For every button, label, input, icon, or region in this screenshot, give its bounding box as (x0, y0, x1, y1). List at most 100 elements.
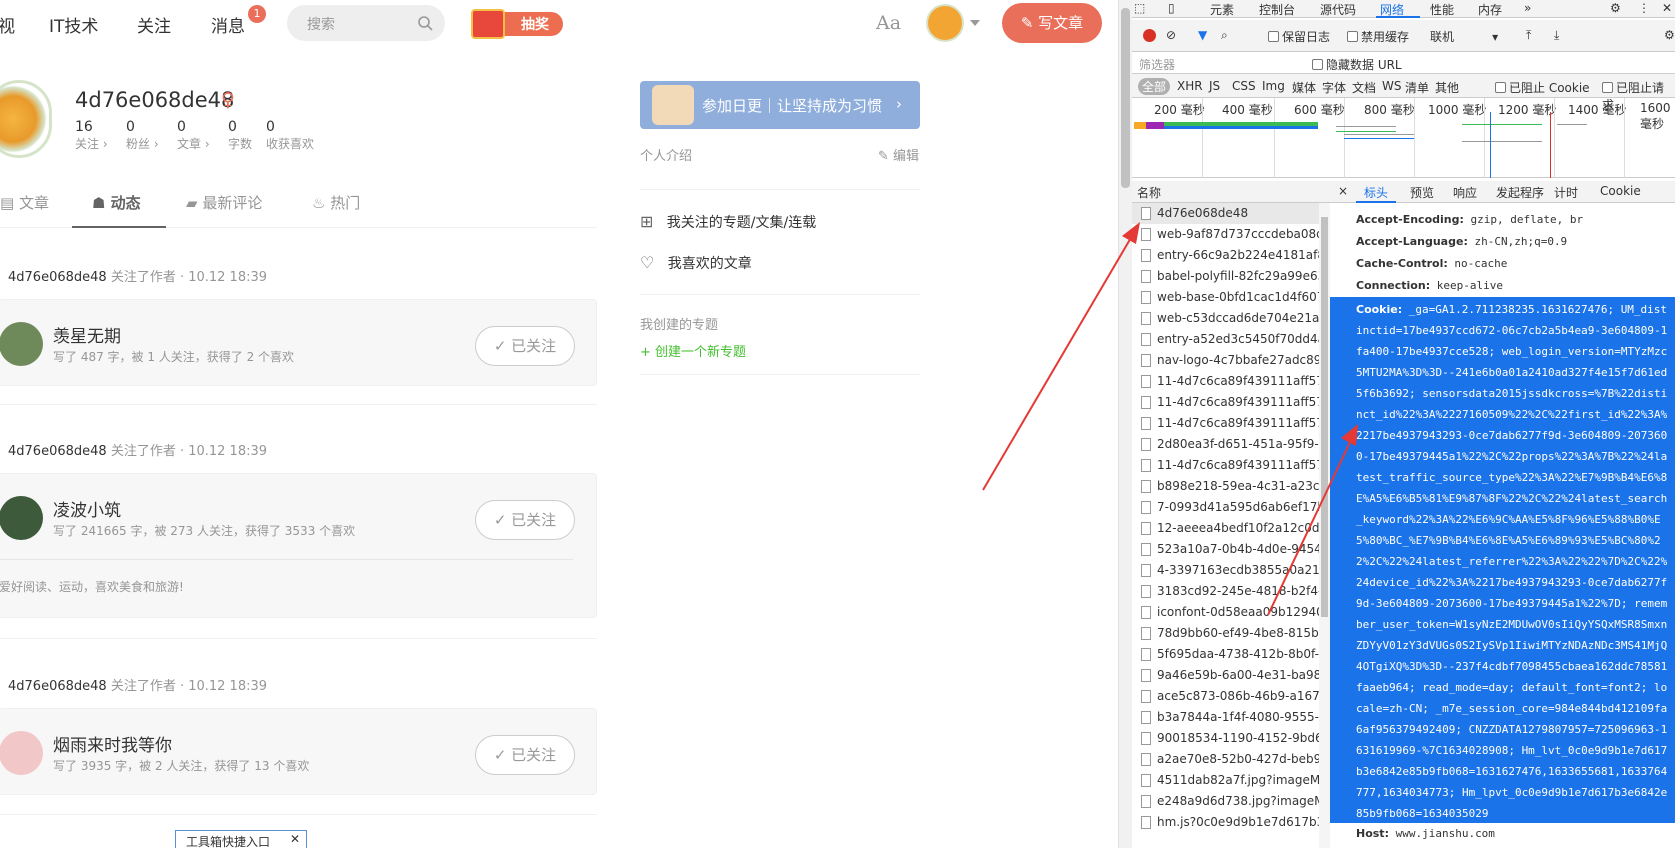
tab-cookies[interactable]: Cookie (1600, 184, 1641, 198)
tab-latest-comments[interactable]: ▰ 最新评论 (186, 192, 262, 213)
chevron-down-icon[interactable] (970, 20, 980, 26)
tab-hot[interactable]: ♨ 热门 (312, 192, 360, 213)
upload-icon[interactable]: ⤒ (1526, 28, 1531, 43)
filter-input[interactable]: 筛选器 (1139, 56, 1175, 73)
inspect-icon[interactable]: ⬚ (1134, 1, 1145, 15)
close-icon[interactable]: ✕ (1662, 1, 1672, 15)
nav-item-partial[interactable]: 视 (0, 12, 15, 37)
my-topics-link[interactable]: ⊞ 我关注的专题/文集/连载 (640, 212, 816, 232)
gear-icon[interactable]: ⚙ (1664, 28, 1675, 42)
author-name[interactable]: 羡星无期 (53, 322, 121, 347)
tab-initiator[interactable]: 发起程序 (1496, 184, 1544, 201)
tab-activity[interactable]: ☗ 动态 (92, 192, 141, 213)
author-avatar[interactable] (0, 322, 43, 366)
write-article-button[interactable]: ✎ 写文章 (1002, 3, 1102, 43)
filter-icon[interactable]: ▼ (1198, 28, 1207, 42)
feed-user[interactable]: 4d76e068de48 (8, 444, 107, 459)
search-input[interactable]: 搜索 (287, 5, 445, 41)
request-row[interactable]: entry-a52ed3c5450f70dd4a59 (1132, 329, 1330, 350)
request-row[interactable]: 2d80ea3f-d651-451a-95f9-ae (1132, 434, 1330, 455)
font-setting-icon[interactable]: Aa (876, 12, 901, 34)
request-row[interactable]: iconfont-0d58eaa09b1294023 (1132, 602, 1330, 623)
request-row[interactable]: web-base-0bfd1cac1d4f607c4 (1132, 287, 1330, 308)
request-row[interactable]: web-c53dccad6de704e21a8b. (1132, 308, 1330, 329)
network-overview[interactable]: 200 毫秒 400 毫秒 600 毫秒 800 毫秒 1000 毫秒 1200… (1132, 98, 1675, 178)
request-row[interactable]: 4d76e068de48 (1132, 203, 1330, 224)
create-topic-link[interactable]: + 创建一个新专题 (640, 341, 746, 360)
request-row[interactable]: 11-4d7c6ca89f439111aff57b2 (1132, 413, 1330, 434)
nav-item-follow[interactable]: 关注 (137, 12, 171, 37)
type-doc[interactable]: 文档 (1352, 79, 1376, 96)
request-row[interactable]: 7-0993d41a595d6ab6ef17b19 (1132, 497, 1330, 518)
lottery-button[interactable]: 抽奖 (471, 9, 563, 39)
tab-sources[interactable]: 源代码 (1320, 1, 1356, 18)
tab-response[interactable]: 响应 (1453, 184, 1477, 201)
liked-articles-link[interactable]: ♡ 我喜欢的文章 (640, 253, 752, 273)
type-media[interactable]: 媒体 (1292, 79, 1316, 96)
tab-memory[interactable]: 内存 (1478, 1, 1502, 18)
request-row[interactable]: a2ae70e8-52b0-427d-beb9-4 (1132, 749, 1330, 770)
followed-button[interactable]: ✓ 已关注 (475, 500, 575, 540)
gear-icon[interactable]: ⚙ (1610, 1, 1621, 15)
search-icon[interactable] (417, 15, 433, 31)
record-icon[interactable] (1143, 29, 1156, 42)
disable-cache-checkbox[interactable]: 禁用缓存 (1347, 28, 1409, 45)
followed-button[interactable]: ✓ 已关注 (475, 326, 575, 366)
request-row[interactable]: 9a46e59b-6a00-4e31-ba98-a: (1132, 665, 1330, 686)
device-icon[interactable]: ▯ (1168, 1, 1175, 15)
preserve-log-checkbox[interactable]: 保留日志 (1268, 28, 1330, 45)
avatar[interactable] (926, 4, 964, 42)
request-row[interactable]: 90018534-1190-4152-9bd6-c. (1132, 728, 1330, 749)
throttling-select[interactable]: 联机 ▾ (1430, 28, 1498, 45)
tab-preview[interactable]: 预览 (1410, 184, 1434, 201)
request-row[interactable]: nav-logo-4c7bbafe27adc892f (1132, 350, 1330, 371)
type-manifest[interactable]: 清单 (1405, 79, 1429, 96)
tab-elements[interactable]: 元素 (1210, 1, 1234, 18)
request-row[interactable]: 11-4d7c6ca89f439111aff57b2 (1132, 455, 1330, 476)
type-xhr[interactable]: XHR (1177, 79, 1203, 93)
type-img[interactable]: Img (1262, 79, 1285, 93)
request-row[interactable]: 12-aeeea4bedf10f2a12c0d5c (1132, 518, 1330, 539)
blocked-cookies-checkbox[interactable]: 已阻止 Cookie (1495, 79, 1590, 96)
tab-performance[interactable]: 性能 (1430, 1, 1454, 18)
type-js[interactable]: JS (1209, 79, 1220, 93)
type-css[interactable]: CSS (1232, 79, 1256, 93)
more-options-icon[interactable]: ⋮ (1638, 1, 1650, 15)
request-row[interactable]: hm.js?0c0e9d9b1e7d617b3e6 (1132, 812, 1330, 833)
tab-console[interactable]: 控制台 (1259, 1, 1295, 18)
close-details-icon[interactable]: × (1338, 184, 1348, 198)
request-row[interactable]: babel-polyfill-82fc29a99e639a (1132, 266, 1330, 287)
daily-update-banner[interactable]: 参加日更｜让坚持成为习惯 › (640, 81, 920, 129)
author-name[interactable]: 烟雨来时我等你 (53, 731, 172, 756)
clear-icon[interactable]: ⊘ (1166, 28, 1176, 42)
type-font[interactable]: 字体 (1322, 79, 1346, 96)
author-avatar[interactable] (0, 731, 43, 775)
edit-intro-button[interactable]: ✎ 编辑 (878, 145, 919, 164)
request-row[interactable]: 3183cd92-245e-4818-b2f4-cc (1132, 581, 1330, 602)
feed-user[interactable]: 4d76e068de48 (8, 270, 107, 285)
type-other[interactable]: 其他 (1435, 79, 1459, 96)
type-ws[interactable]: WS (1382, 79, 1401, 93)
author-avatar[interactable] (0, 496, 43, 540)
page-scrollbar[interactable] (1118, 0, 1132, 848)
nav-item-it[interactable]: IT技术 (49, 12, 98, 37)
more-tabs-icon[interactable]: » (1524, 1, 1531, 15)
author-name[interactable]: 凌波小筑 (53, 496, 121, 521)
download-icon[interactable]: ⤓ (1554, 28, 1559, 43)
tab-headers[interactable]: 标头 (1364, 184, 1388, 201)
request-row[interactable]: 78d9bb60-ef49-4be8-815b-7. (1132, 623, 1330, 644)
request-row[interactable]: 11-4d7c6ca89f439111aff57b2 (1132, 392, 1330, 413)
request-row[interactable]: 11-4d7c6ca89f439111aff57b2 (1132, 371, 1330, 392)
request-row[interactable]: ace5c873-086b-46b9-a167-d5 (1132, 686, 1330, 707)
request-row[interactable]: 523a10a7-0b4b-4d0e-9454-2 (1132, 539, 1330, 560)
request-row[interactable]: web-9af87d737cccdeba08d6. (1132, 224, 1330, 245)
close-icon[interactable]: ✕ (290, 832, 300, 846)
request-row[interactable]: 5f695daa-4738-412b-8b0f-65 (1132, 644, 1330, 665)
search-icon[interactable]: ⌕ (1221, 28, 1228, 43)
request-row[interactable]: entry-66c9a2b224e4181af887 (1132, 245, 1330, 266)
request-row[interactable]: 4-3397163ecdb3855a0a2139c (1132, 560, 1330, 581)
name-column-header[interactable]: 名称 (1132, 181, 1330, 203)
scrollbar-thumb[interactable] (1321, 217, 1328, 617)
request-row[interactable]: b3a7844a-1f4f-4080-9555-0d (1132, 707, 1330, 728)
profile-avatar[interactable] (0, 80, 52, 158)
